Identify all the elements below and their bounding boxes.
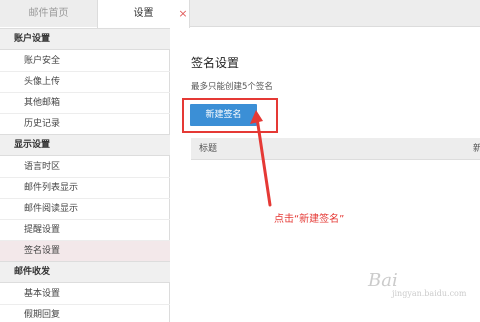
watermark-logo: Bai jingyan.baidu.com (368, 270, 467, 298)
annotation-text: 点击“新建签名” (274, 214, 345, 225)
